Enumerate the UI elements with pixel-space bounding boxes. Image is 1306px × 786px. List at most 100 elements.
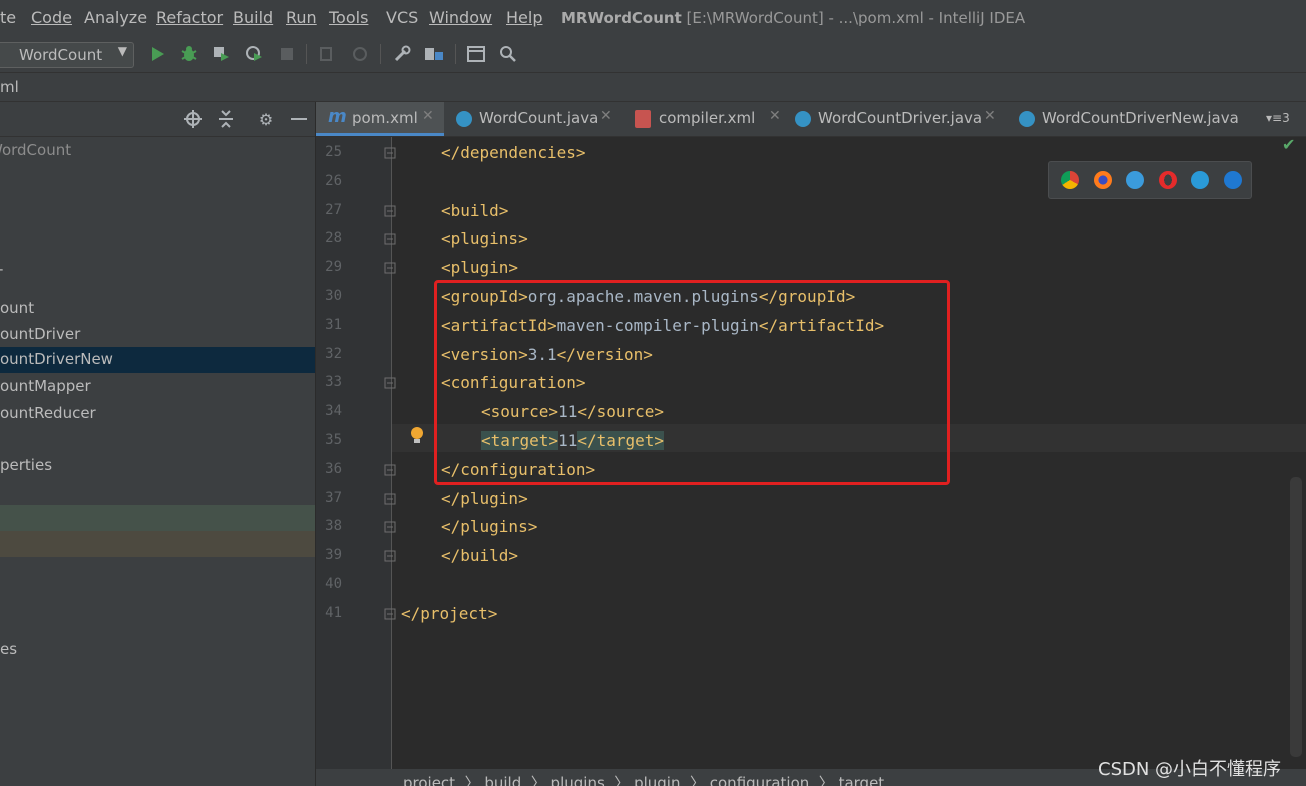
close-icon[interactable]: ✕ [984, 108, 996, 124]
chevron-down-icon: ▼ [117, 44, 127, 58]
stop-icon[interactable] [277, 44, 297, 64]
firefox-icon[interactable] [1094, 171, 1112, 189]
tree-connector: - [0, 260, 3, 278]
nav-breadcrumb-file[interactable]: ml [0, 78, 19, 96]
navigation-bar: ml [0, 73, 1306, 102]
code-text: <plugin> [441, 258, 519, 278]
menu-window-label: Window [429, 8, 493, 27]
debug-icon[interactable] [179, 44, 199, 64]
tree-item-properties[interactable]: perties [0, 453, 315, 479]
menu-window[interactable]: Window [429, 8, 492, 27]
menu-vcs[interactable]: VCS [386, 8, 418, 27]
annotation-highlight-box [434, 280, 950, 485]
terminal-icon[interactable] [466, 44, 486, 64]
tree-item-label: ountReducer [0, 404, 96, 422]
menu-run[interactable]: Run [286, 8, 317, 27]
tree-item-wordcountreducer[interactable]: ountReducer [0, 401, 315, 427]
tree-item-label: WordCount [0, 141, 72, 159]
code-text: <plugins> [441, 229, 528, 249]
profile-icon[interactable] [244, 44, 264, 64]
run-config-dropdown[interactable]: WordCount ▼ [0, 42, 134, 68]
menu-build[interactable]: Build [233, 8, 273, 27]
inspection-ok-icon[interactable]: ✔ [1282, 135, 1295, 154]
lightbulb-icon[interactable] [410, 426, 424, 450]
menu-tools-label: Tools [329, 8, 369, 27]
tree-item-wordcountdrivernew[interactable]: ountDriverNew [0, 347, 315, 373]
tab-wordcountdrivernew-java[interactable]: WordCountDriverNew.java [1010, 102, 1250, 136]
run-config-label: WordCount [19, 46, 103, 64]
browser-preview-bar [1048, 161, 1252, 199]
tree-item-changed[interactable] [0, 505, 315, 531]
code-line[interactable]: </plugin> [316, 485, 1306, 513]
safari-icon[interactable] [1126, 171, 1144, 189]
menu-help[interactable]: Help [506, 8, 542, 27]
window-title-path: [E:\MRWordCount] - ...\pom.xml - Intelli… [681, 9, 1026, 27]
project-panel-header: ⚙ [0, 102, 315, 137]
tree-item-label: ountDriverNew [0, 350, 113, 368]
code-line[interactable]: <build> [316, 197, 1306, 225]
breadcrumb-path[interactable]: project 〉 build 〉 plugins 〉 plugin 〉 con… [403, 772, 884, 786]
tabs-overflow-count: 3 [1282, 111, 1290, 125]
tab-label: pom.xml [352, 109, 418, 127]
editor-tab-bar: m pom.xml ✕ WordCount.java ✕ compiler.xm… [316, 102, 1306, 137]
window-title-project: MRWordCount [561, 9, 682, 27]
menu-code[interactable]: Code [31, 8, 72, 27]
build-icon[interactable] [317, 44, 337, 64]
menu-run-label: Run [286, 8, 317, 27]
menu-bar: te Code Analyze Refactor Build Run Tools… [0, 0, 1306, 36]
code-line[interactable] [316, 571, 1306, 599]
tree-item-wordcountdriver[interactable]: ountDriver [0, 322, 315, 348]
menu-code-label: Code [31, 8, 72, 27]
code-editor[interactable]: 25 26 27 28 29 30 31 32 33 34 35 36 37 38 39 40 41 </dep… [316, 135, 1306, 769]
tree-item-libraries[interactable]: es [0, 637, 315, 663]
collapse-icon[interactable] [217, 110, 235, 128]
close-icon[interactable]: ✕ [769, 108, 781, 124]
tree-item-wordcountmapper[interactable]: ountMapper [0, 374, 315, 400]
code-text: </plugins> [441, 517, 538, 537]
code-line[interactable]: <plugins> [316, 225, 1306, 253]
xml-file-icon [635, 110, 651, 128]
menu-navigate[interactable]: te [0, 8, 16, 27]
project-structure-icon[interactable] [424, 44, 444, 64]
menu-analyze[interactable]: Analyze [84, 8, 147, 27]
gear-icon[interactable]: ⚙ [257, 110, 275, 129]
tab-wordcountdriver-java[interactable]: WordCountDriver.java ✕ [786, 102, 1004, 136]
build-project-icon[interactable] [350, 44, 370, 64]
tree-item-project-root[interactable]: WordCount [0, 138, 315, 164]
run-icon[interactable] [147, 44, 167, 64]
edge-icon[interactable] [1224, 171, 1242, 189]
locate-icon[interactable] [184, 110, 202, 128]
tree-item-folder[interactable]: - [0, 260, 315, 294]
tab-wordcount-java[interactable]: WordCount.java ✕ [446, 102, 618, 136]
minimize-icon[interactable] [290, 110, 308, 128]
tab-compiler-xml[interactable]: compiler.xml ✕ [624, 102, 784, 136]
close-icon[interactable]: ✕ [422, 108, 434, 124]
ie-icon[interactable] [1191, 171, 1209, 189]
code-text: <build> [441, 200, 509, 220]
code-line[interactable]: </plugins> [316, 513, 1306, 541]
search-icon[interactable] [498, 44, 518, 64]
toolbar-separator [380, 44, 381, 64]
maven-icon: m [328, 106, 347, 127]
tree-item-modified[interactable] [0, 531, 315, 557]
code-line[interactable]: </build> [316, 542, 1306, 570]
tab-pom-xml[interactable]: m pom.xml ✕ [316, 102, 444, 136]
java-class-icon [795, 111, 811, 127]
editor-scrollbar[interactable] [1290, 477, 1302, 757]
tree-item-wordcount[interactable]: ount [0, 296, 315, 322]
tabs-overflow-button[interactable]: ▾≡3 [1266, 111, 1290, 125]
opera-icon[interactable] [1159, 171, 1177, 189]
menu-refactor[interactable]: Refactor [156, 8, 223, 27]
coverage-icon[interactable] [211, 44, 231, 64]
code-line[interactable]: </project> [316, 600, 1306, 628]
menu-refactor-label: Refactor [156, 8, 224, 27]
code-line[interactable]: <plugin> [316, 254, 1306, 282]
settings-wrench-icon[interactable] [392, 44, 412, 64]
main-toolbar: WordCount ▼ [0, 36, 1306, 73]
tab-label: WordCount.java [479, 109, 599, 127]
tree-item-label: ount [0, 299, 35, 317]
tree-item-label: perties [0, 456, 53, 474]
chrome-icon[interactable] [1061, 171, 1079, 189]
close-icon[interactable]: ✕ [600, 108, 612, 124]
menu-tools[interactable]: Tools [329, 8, 368, 27]
